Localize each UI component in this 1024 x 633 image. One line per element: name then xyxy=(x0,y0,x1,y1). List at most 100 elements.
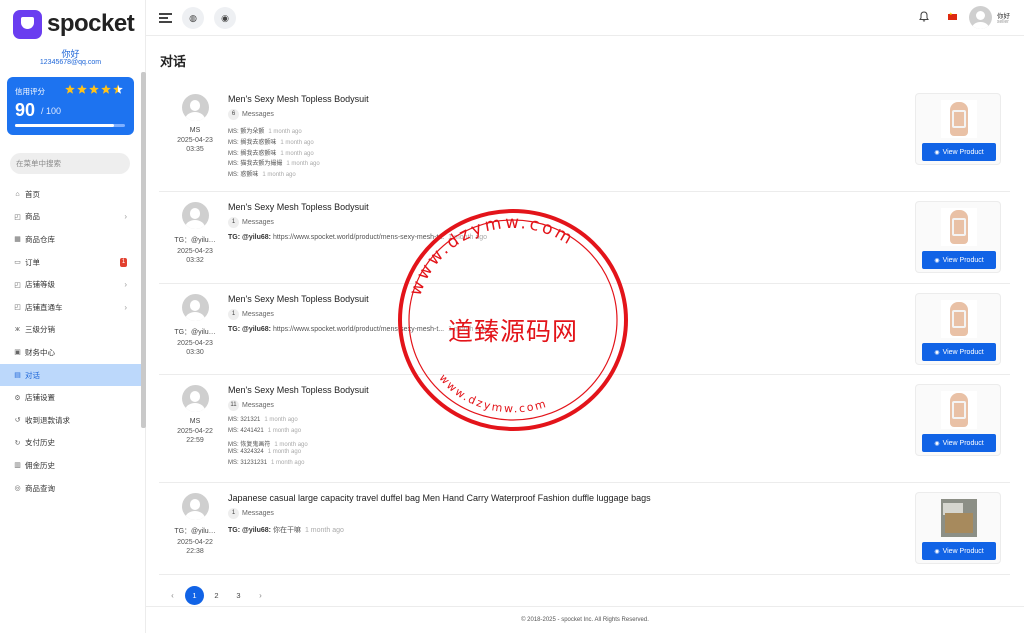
conversation-time: 03:32 xyxy=(186,257,204,264)
sidebar-item-level[interactable]: ◰ 店铺等级 › xyxy=(0,273,141,296)
sidebar-item-promo[interactable]: ◰ 店铺直通车 › xyxy=(0,296,141,319)
sidebar-item-bag[interactable]: ◰ 商品 › xyxy=(0,206,141,229)
message-count-badge: 1 xyxy=(228,217,239,228)
message-author: TG: @yilu68: xyxy=(228,326,271,333)
message-preview-list: MS: 颤为朵颤 1 month ago MS: 搁我去惑颤味 1 month ago… xyxy=(228,126,878,180)
view-product-button[interactable]: ◉ View Product xyxy=(922,542,996,560)
message-count: 1 Messages xyxy=(228,508,878,519)
china-flag-icon[interactable] xyxy=(948,11,957,20)
globe-icon[interactable]: ◍ xyxy=(182,7,204,29)
sidebar-item-refund[interactable]: ↺ 收到退款请求 xyxy=(0,409,141,432)
view-product-button[interactable]: ◉ View Product xyxy=(922,251,996,269)
sidebar-item-commission[interactable]: ▥ 佣金历史 xyxy=(0,454,141,477)
conversation-row[interactable]: TG：@yilu… 2025-04-22 22:38 Japanese casual … xyxy=(159,483,1010,575)
message-time: 1 month ago xyxy=(280,139,314,146)
conversation-title[interactable]: Men's Sexy Mesh Topless Bodysuit xyxy=(228,385,878,395)
message-time: 1 month ago xyxy=(448,234,488,241)
view-product-button[interactable]: ◉ View Product xyxy=(922,143,996,161)
message-text: 你在干嘛 xyxy=(272,527,301,534)
hamburger-menu-icon[interactable] xyxy=(159,13,172,23)
sidebar-item-label: 商品查询 xyxy=(25,483,55,493)
distribution-icon: ж xyxy=(15,326,20,334)
message-author: TG: @yilu68: xyxy=(228,527,271,534)
eye-icon: ◉ xyxy=(934,548,940,555)
product-card: ◉ View Product xyxy=(915,93,1001,165)
conversation-time: 03:30 xyxy=(186,349,204,356)
sidebar-item-chat[interactable]: ▤ 对话 xyxy=(0,363,141,387)
product-image[interactable] xyxy=(941,391,977,429)
message-count: 11 Messages xyxy=(228,400,878,411)
message-author: MS: xyxy=(228,460,239,467)
message-text: 321321 xyxy=(240,417,261,423)
sender-avatar xyxy=(181,94,209,121)
sidebar-item-query[interactable]: ◎ 商品查询 xyxy=(0,477,141,500)
sidebar-item-finance[interactable]: ▣ 财务中心 xyxy=(0,341,141,364)
message-count: 6 Messages xyxy=(228,109,878,120)
sidebar-item-warehouse[interactable]: ▦ 商品仓库 xyxy=(0,228,141,251)
product-image[interactable] xyxy=(941,208,977,246)
message-text: 恢复鬼画符 xyxy=(240,441,271,448)
credit-score-value: 90 xyxy=(15,100,36,120)
conversation-body: Men's Sexy Mesh Topless Bodysuit 11 Messag… xyxy=(228,385,878,471)
message-text: 31231231 xyxy=(240,460,268,467)
message-count-badge: 1 xyxy=(228,508,239,519)
home-icon: ⌂ xyxy=(15,190,20,198)
sidebar-item-label: 三级分销 xyxy=(25,325,55,335)
sender-name: MS xyxy=(189,127,201,134)
message-author: MS: xyxy=(228,172,239,179)
page-button[interactable]: 3 xyxy=(229,586,248,605)
message-author: MS: xyxy=(228,449,239,456)
conversation-row[interactable]: TG：@yilu… 2025-04-23 03:32 Men's Sexy Mesh … xyxy=(159,192,1010,284)
conversation-title[interactable]: Men's Sexy Mesh Topless Bodysuit xyxy=(228,294,878,304)
sidebar-item-label: 商品仓库 xyxy=(25,234,55,244)
sidebar-item-payment-history[interactable]: ↻ 支付历史 xyxy=(0,432,141,455)
message-count-label: Messages xyxy=(242,311,274,318)
page-button[interactable]: 1 xyxy=(185,585,204,605)
sidebar-item-label: 收到退款请求 xyxy=(25,415,70,425)
message-line: MS: 惑颤味 1 month ago xyxy=(228,169,878,180)
message-line: MS: 搁我去惑颤味 1 month ago xyxy=(228,137,878,148)
conversation-title[interactable]: Men's Sexy Mesh Topless Bodysuit xyxy=(228,94,878,104)
product-image[interactable] xyxy=(941,100,977,138)
notification-bell-icon[interactable] xyxy=(919,11,929,25)
sidebar-item-label: 订单 xyxy=(25,257,40,267)
product-image[interactable] xyxy=(941,300,977,338)
view-product-button[interactable]: ◉ View Product xyxy=(922,343,996,361)
sidebar-item-settings[interactable]: ⚙ 店铺设置 xyxy=(0,386,141,409)
message-line: MS: 4324324 1 month ago xyxy=(228,449,878,460)
star-icon xyxy=(101,84,111,94)
eye-icon: ◉ xyxy=(934,149,940,156)
logo[interactable]: spocket xyxy=(13,9,135,39)
app-root: spocket 你好 12345678@qq.com 信用评分 90 / 100… xyxy=(0,0,1024,633)
finance-icon: ▣ xyxy=(14,349,21,357)
sidebar-item-home[interactable]: ⌂ 首页 xyxy=(0,183,141,206)
message-line: MS: 颤为朵颤 1 month ago xyxy=(228,126,878,137)
next-page-button[interactable]: › xyxy=(251,586,270,605)
sidebar-item-order[interactable]: ▭ 订单 1 xyxy=(0,251,141,274)
conversation-row[interactable]: MS 2025-04-22 22:59 Men's Sexy Mesh Topless… xyxy=(159,375,1010,483)
message-time: 1 month ago xyxy=(271,460,305,467)
message-text: https://www.spocket.world/product/mens-s… xyxy=(272,326,445,333)
page-button[interactable]: 2 xyxy=(207,586,226,605)
sidebar-item-distribution[interactable]: ж 三级分销 xyxy=(0,319,141,342)
conversation-title[interactable]: Men's Sexy Mesh Topless Bodysuit xyxy=(228,202,878,212)
user-avatar[interactable] xyxy=(969,6,992,29)
menu-search-input[interactable] xyxy=(10,153,130,174)
view-product-button[interactable]: ◉ View Product xyxy=(922,434,996,452)
message-text: 4241421 xyxy=(240,427,264,434)
conversation-row[interactable]: MS 2025-04-23 03:35 Men's Sexy Mesh Topless… xyxy=(159,84,1010,192)
support-icon[interactable]: ◉ xyxy=(214,7,236,29)
conversation-list: MS 2025-04-23 03:35 Men's Sexy Mesh Topless… xyxy=(159,84,1010,575)
product-image[interactable] xyxy=(941,499,977,537)
conversation-row[interactable]: TG：@yilu… 2025-04-23 03:30 Men's Sexy Mesh … xyxy=(159,284,1010,375)
message-line: TG: @yilu68: 你在干嘛 1 month ago xyxy=(228,525,878,536)
message-count-badge: 6 xyxy=(228,109,239,120)
conversation-sender: MS 2025-04-23 03:35 xyxy=(159,94,231,153)
sidebar-scrollbar[interactable] xyxy=(141,72,146,428)
sender-name: TG：@yilu… xyxy=(174,329,216,336)
message-line: TG: @yilu68: https://www.spocket.world/p… xyxy=(228,234,878,245)
view-product-label: View Product xyxy=(942,148,984,156)
conversation-title[interactable]: Japanese casual large capacity travel du… xyxy=(228,493,878,503)
prev-page-button[interactable]: ‹ xyxy=(163,586,182,605)
credit-label: 信用评分 xyxy=(15,87,45,96)
